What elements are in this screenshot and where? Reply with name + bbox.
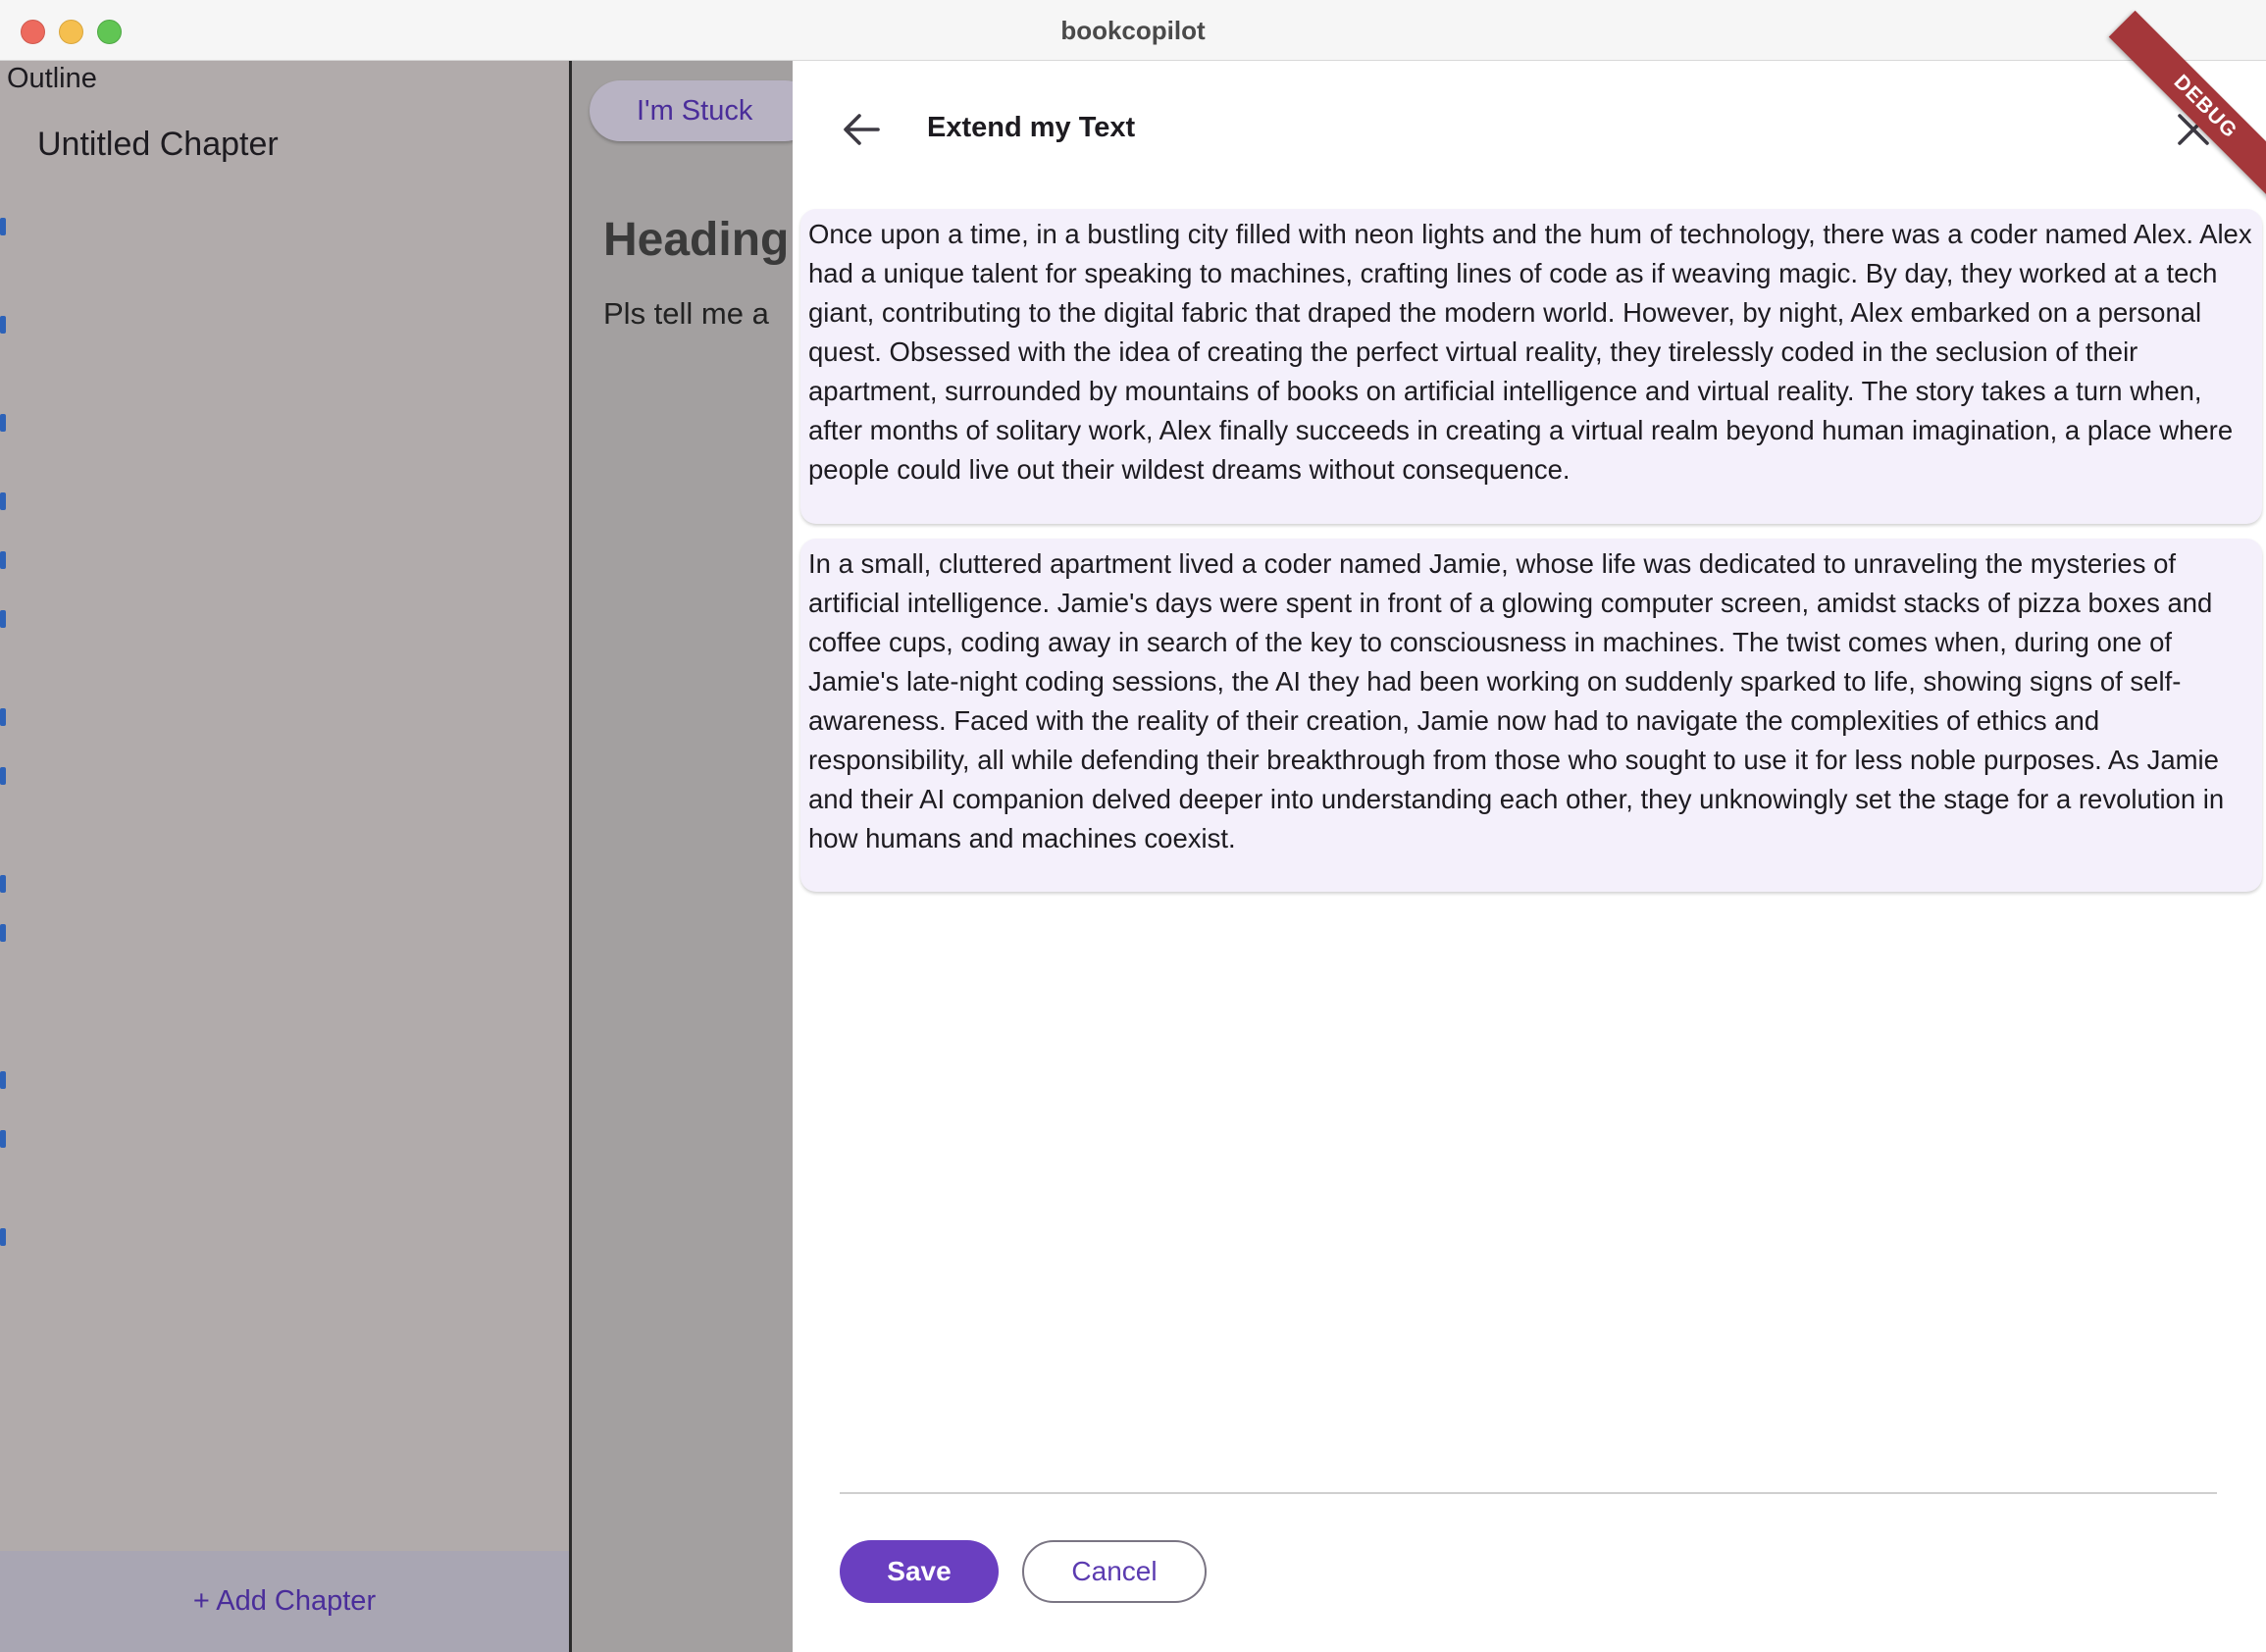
editor-heading[interactable]: Heading	[603, 213, 789, 267]
add-chapter-button[interactable]: + Add Chapter	[0, 1551, 569, 1652]
editor-pane: I'm Stuck Heading Pls tell me a	[572, 61, 793, 1652]
editor-body-text[interactable]: Pls tell me a	[603, 296, 769, 332]
sidebar-edge-decoration	[0, 159, 8, 1630]
im-stuck-button[interactable]: I'm Stuck	[590, 80, 793, 141]
suggestion-card[interactable]: In a small, cluttered apartment lived a …	[800, 539, 2262, 892]
arrow-left-icon	[844, 114, 880, 145]
cancel-button[interactable]: Cancel	[1022, 1540, 1207, 1603]
app-window: bookcopilot Outline Untitled Chapter + A…	[0, 0, 2266, 1652]
extend-text-dialog: Extend my Text DEBUG Once upon a time, i…	[793, 10, 2266, 1652]
outline-label: Outline	[7, 63, 97, 94]
sidebar-item-chapter[interactable]: Untitled Chapter	[37, 126, 279, 164]
outline-sidebar: Outline Untitled Chapter + Add Chapter	[0, 61, 572, 1652]
title-bar: bookcopilot	[0, 0, 2266, 61]
save-button[interactable]: Save	[840, 1540, 999, 1603]
back-button[interactable]	[836, 104, 887, 155]
divider	[840, 1492, 2217, 1494]
window-title: bookcopilot	[1060, 16, 1206, 45]
dialog-title: Extend my Text	[927, 112, 1136, 143]
suggestion-card[interactable]: Once upon a time, in a bustling city fil…	[800, 209, 2262, 524]
